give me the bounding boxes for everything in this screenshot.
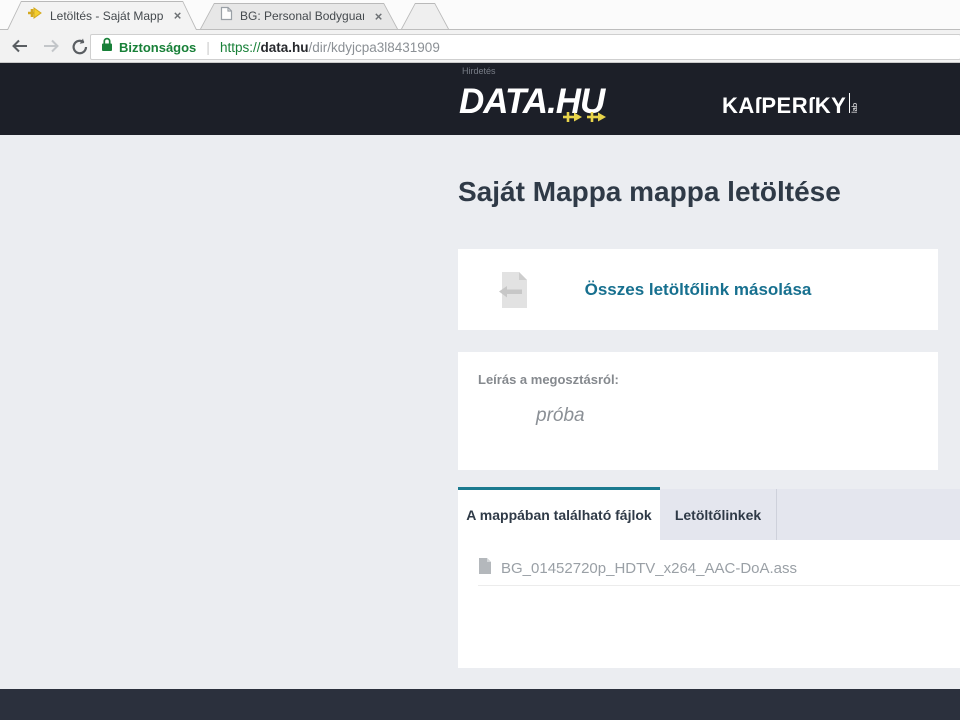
back-icon[interactable] <box>10 37 32 57</box>
kaspersky-wordmark: KAſPERſKY <box>722 93 846 119</box>
page-footer <box>0 689 960 720</box>
browser-tab-inactive[interactable]: BG: Personal Bodyguard × <box>200 3 398 29</box>
lock-icon <box>101 37 113 57</box>
file-name: BG_01452720p_HDTV_x264_AAC-DoA.ass <box>501 560 797 577</box>
page-favicon-icon <box>220 6 233 26</box>
new-tab-button[interactable] <box>401 3 449 29</box>
file-row[interactable]: BG_01452720p_HDTV_x264_AAC-DoA.ass <box>478 552 960 586</box>
browser-tab-active[interactable]: Letöltés - Saját Mappa | [ × <box>7 1 197 30</box>
description-card: Leírás a megosztásról: próba <box>458 352 938 470</box>
folder-tab-strip: Letöltőlinkek <box>660 489 960 540</box>
tab-close-icon[interactable]: × <box>371 9 386 24</box>
data-hu-favicon-icon <box>27 5 43 26</box>
address-bar[interactable]: Biztonságos | https://data.hu/dir/kdyjcp… <box>90 34 960 60</box>
tab-close-icon[interactable]: × <box>170 8 185 23</box>
tab-title: BG: Personal Bodyguard <box>240 9 364 23</box>
kaspersky-logo: KAſPERſKY lab <box>722 93 858 119</box>
forward-icon <box>41 37 63 57</box>
kaspersky-lab-suffix: lab <box>849 93 858 113</box>
description-label: Leírás a megosztásról: <box>478 372 619 387</box>
tab-folder-files[interactable]: A mappában található fájlok <box>458 487 660 540</box>
copy-all-links-button[interactable]: Összes letöltőlink másolása <box>458 249 938 330</box>
url-path: /dir/kdyjcpa3l8431909 <box>308 40 439 55</box>
data-hu-arrows-icon <box>562 108 610 131</box>
url-scheme: https:// <box>220 40 261 55</box>
tab-download-links[interactable]: Letöltőlinkek <box>660 489 777 540</box>
ad-banner[interactable]: Hirdetés DATA.HU KAſPERſKY lab <box>0 63 960 135</box>
security-label[interactable]: Biztonságos <box>119 40 196 55</box>
file-icon <box>478 557 492 580</box>
url-host: data.hu <box>260 40 308 55</box>
omnibox-separator: | <box>206 39 210 55</box>
browser-tab-strip: Letöltés - Saját Mappa | [ × BG: Persona… <box>0 0 960 30</box>
browser-toolbar: Biztonságos | https://data.hu/dir/kdyjcp… <box>0 30 960 63</box>
url-text[interactable]: https://data.hu/dir/kdyjcpa3l8431909 <box>220 40 440 55</box>
reload-icon[interactable] <box>70 37 92 57</box>
tab-title: Letöltés - Saját Mappa | [ <box>50 9 163 23</box>
copy-links-card: Összes letöltőlink másolása <box>458 249 938 330</box>
file-list-panel: BG_01452720p_HDTV_x264_AAC-DoA.ass <box>458 540 960 668</box>
description-value: próba <box>536 405 585 427</box>
tab-fill <box>402 4 448 29</box>
page-title: Saját Mappa mappa letöltése <box>458 176 841 208</box>
ad-label: Hirdetés <box>462 66 496 76</box>
